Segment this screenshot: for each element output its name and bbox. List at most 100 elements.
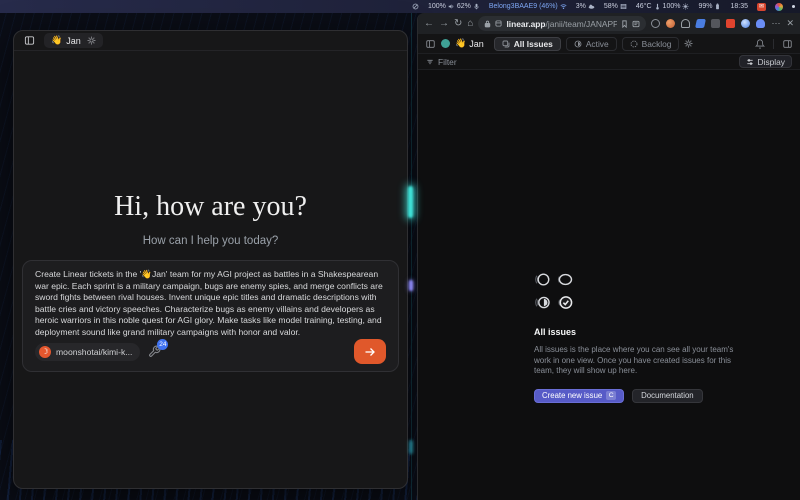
- filter-button[interactable]: Filter: [426, 57, 457, 67]
- wifi-network-indicator: Belong3BAAE9 (46%): [489, 3, 567, 10]
- chat-body: Hi, how are you? How can I help you toda…: [14, 51, 407, 488]
- team-name: 👋 Jan: [455, 38, 484, 49]
- extension-cloud-icon[interactable]: [681, 19, 690, 28]
- active-icon: [574, 40, 582, 48]
- wallpaper-line: [411, 13, 412, 500]
- wave-emoji: 👋: [51, 35, 62, 46]
- cpu-indicator: 3%: [576, 3, 595, 10]
- linear-sidebar-toggle-icon[interactable]: [425, 39, 436, 49]
- reader-mode-icon[interactable]: [632, 20, 640, 28]
- extension-ghost-icon[interactable]: [756, 19, 765, 28]
- team-wave-emoji: 👋: [455, 38, 466, 49]
- thermometer-icon: [654, 3, 661, 10]
- bookmark-icon[interactable]: [621, 20, 628, 28]
- shortcut-key-badge: C: [606, 391, 616, 400]
- jan-chat-window: 👋 Jan Hi, how are you? How can I help yo…: [13, 30, 408, 489]
- extension-sphere-icon[interactable]: [666, 19, 675, 28]
- memory-indicator: 58%: [604, 3, 627, 10]
- right-panel-toggle-icon[interactable]: [782, 39, 793, 49]
- tray-dot-icon: [792, 5, 795, 8]
- greeting-title: Hi, how are you?: [14, 191, 407, 223]
- documentation-button[interactable]: Documentation: [632, 389, 702, 403]
- extension-globe-icon[interactable]: [741, 19, 750, 28]
- memory-icon: [620, 3, 627, 10]
- empty-state-actions: Create new issue C Documentation: [534, 389, 738, 403]
- mic-icon: [473, 3, 480, 10]
- filter-icon: [426, 58, 434, 66]
- header-divider: [773, 39, 774, 49]
- greeting-subtitle: How can I help you today?: [14, 235, 407, 247]
- moonshot-logo-icon: ☽: [39, 346, 51, 358]
- all-issues-icon: [502, 40, 510, 48]
- thread-tab[interactable]: 👋 Jan: [44, 33, 103, 48]
- issues-content-area: All issues All issues is the place where…: [418, 70, 800, 500]
- wallpaper-glow-cyan: [408, 186, 413, 218]
- tab-active[interactable]: Active: [566, 37, 617, 51]
- battery-icon: [714, 3, 721, 10]
- browser-toolbar: ← → ↻ ⌂ linear.app/janii/team/JANAPP/all: [418, 13, 800, 34]
- empty-state: All issues All issues is the place where…: [534, 271, 738, 403]
- home-button[interactable]: ⌂: [467, 19, 473, 29]
- mail-tray-icon[interactable]: ✉: [757, 3, 766, 11]
- toolbar-overflow-icon[interactable]: ⋯: [771, 19, 780, 28]
- wallpaper-glow-cyan-2: [409, 440, 413, 454]
- display-options-button[interactable]: Display: [739, 55, 792, 68]
- site-security-icon[interactable]: [484, 20, 491, 28]
- linear-header: 👋 Jan All Issues Active: [418, 34, 800, 53]
- cloud-icon: [588, 3, 595, 10]
- create-new-issue-button[interactable]: Create new issue C: [534, 389, 624, 403]
- back-button[interactable]: ←: [424, 19, 434, 29]
- url-text[interactable]: linear.app/janii/team/JANAPP/all: [506, 19, 617, 29]
- system-status-bar: 100% 62% Belong3BAAE9 (46%) 3% 58% 46°C …: [0, 0, 800, 13]
- reload-button[interactable]: ↻: [454, 19, 462, 29]
- tools-button[interactable]: 24: [148, 345, 162, 359]
- speaker-icon: [448, 3, 455, 10]
- tab-backlog[interactable]: Backlog: [622, 37, 680, 51]
- extension-image-icon[interactable]: [711, 19, 720, 28]
- site-info-icon[interactable]: [495, 20, 502, 27]
- empty-state-description: All issues is the place where you can se…: [534, 345, 738, 377]
- done-check-icon: [556, 294, 573, 311]
- send-button[interactable]: [354, 339, 386, 364]
- volume-indicator: 100% 62%: [428, 3, 480, 10]
- extension-red-icon[interactable]: [726, 19, 735, 28]
- desktop-background: 100% 62% Belong3BAAE9 (46%) 3% 58% 46°C …: [0, 0, 800, 500]
- message-composer[interactable]: Create Linear tickets in the '👋Jan' team…: [22, 260, 399, 372]
- wallpaper-glow-purple: [409, 280, 413, 291]
- sidebar-toggle-icon[interactable]: [23, 35, 36, 46]
- todo-ring-icon: [534, 271, 551, 288]
- mute-icon: [412, 3, 419, 10]
- battery-indicator: 99%: [698, 3, 721, 10]
- extension-flag-icon[interactable]: [695, 19, 706, 28]
- in-progress-icon: [534, 294, 551, 311]
- view-settings-gear-icon[interactable]: [684, 39, 693, 48]
- model-selector-label: moonshotai/kimi-k...: [56, 347, 132, 357]
- extension-shield-icon[interactable]: [651, 19, 660, 28]
- forward-button[interactable]: →: [439, 19, 449, 29]
- toolbar-close-icon[interactable]: ✕: [786, 19, 794, 28]
- display-sliders-icon: [746, 58, 754, 66]
- greeting: Hi, how are you? How can I help you toda…: [14, 191, 407, 247]
- thread-settings-gear-icon[interactable]: [87, 36, 96, 45]
- filter-bar: Filter Display: [418, 53, 800, 70]
- workspace-avatar[interactable]: [441, 39, 450, 48]
- chat-header: 👋 Jan: [14, 31, 407, 51]
- brightness-icon: [682, 3, 689, 10]
- composer-toolbar: ☽ moonshotai/kimi-k... 24: [35, 339, 386, 364]
- clock: 18:35: [730, 3, 748, 10]
- todo-oval-icon: [556, 271, 573, 288]
- extension-icons: ⋯ ✕: [651, 19, 794, 28]
- address-bar[interactable]: linear.app/janii/team/JANAPP/all: [478, 16, 646, 31]
- notifications-bell-icon[interactable]: [755, 39, 765, 49]
- wifi-icon: [560, 3, 567, 10]
- tools-count-badge: 24: [157, 339, 168, 350]
- browser-window: ← → ↻ ⌂ linear.app/janii/team/JANAPP/all: [417, 13, 800, 500]
- app-tray-icon[interactable]: [775, 3, 783, 11]
- temperature-brightness-indicator: 46°C 100%: [636, 3, 690, 10]
- view-tabs: All Issues Active Backlog: [494, 37, 694, 51]
- thread-tab-label: Jan: [66, 36, 81, 46]
- model-selector[interactable]: ☽ moonshotai/kimi-k...: [35, 343, 140, 361]
- tab-all-issues[interactable]: All Issues: [494, 37, 561, 51]
- composer-input-text[interactable]: Create Linear tickets in the '👋Jan' team…: [35, 269, 386, 339]
- issue-status-illustration: [534, 271, 738, 311]
